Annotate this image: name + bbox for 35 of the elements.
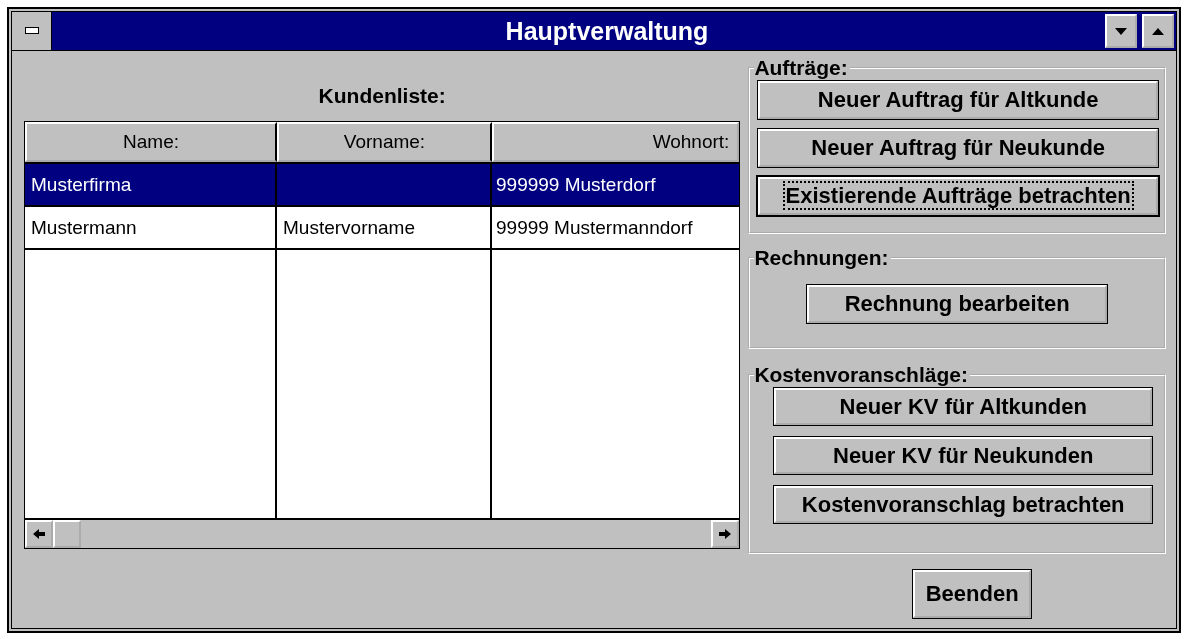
action-button[interactable]: Existierende Aufträge betrachten: [758, 177, 1158, 215]
action-button[interactable]: Neuer Auftrag für Altkunde: [758, 81, 1158, 119]
column-header[interactable]: Vorname:: [277, 122, 492, 162]
maximize-icon: [1152, 27, 1164, 35]
column-header[interactable]: Name:: [25, 122, 277, 162]
action-button[interactable]: Kostenvoranschlag betrachten: [774, 486, 1152, 523]
scroll-right-button[interactable]: [711, 520, 740, 548]
table-row[interactable]: Mustermann Mustervorname 99999 Mustermanndorf: [25, 207, 740, 250]
list-title: Kundenliste:: [318, 83, 446, 109]
window-title: Hauptverwaltung: [504, 15, 710, 47]
table-cell: Musterfirma: [31, 173, 132, 196]
scroll-left-button[interactable]: [25, 520, 53, 548]
table-row[interactable]: Musterfirma 999999 Musterdorf: [25, 164, 740, 207]
action-button[interactable]: Neuer Auftrag für Neukunde: [758, 129, 1158, 167]
left-arrow-icon: [33, 529, 45, 539]
table-cell: Mustermann: [31, 216, 137, 239]
table-cell: Mustervorname: [283, 216, 415, 239]
horizontal-scrollbar[interactable]: [25, 518, 740, 548]
group-title: Rechnungen:: [754, 247, 891, 269]
scroll-thumb[interactable]: [53, 520, 81, 548]
system-menu-icon: [24, 27, 39, 35]
system-menu-button[interactable]: [12, 12, 52, 50]
maximize-button[interactable]: [1142, 14, 1174, 48]
action-button[interactable]: Neuer KV für Neukunden: [774, 437, 1152, 474]
minimize-icon: [1115, 27, 1127, 35]
group-title: Kostenvoranschläge:: [754, 364, 970, 386]
group-title: Aufträge:: [754, 57, 850, 79]
table-cell: 999999 Musterdorf: [496, 173, 656, 196]
minimize-button[interactable]: [1105, 14, 1137, 48]
right-arrow-icon: [719, 529, 732, 539]
table-cell: 99999 Mustermanndorf: [496, 216, 693, 239]
action-button[interactable]: Rechnung bearbeiten: [807, 285, 1108, 323]
exit-button[interactable]: Beenden: [913, 570, 1032, 618]
action-button[interactable]: Neuer KV für Altkunden: [774, 388, 1152, 425]
column-header[interactable]: Wohnort:: [492, 122, 740, 162]
